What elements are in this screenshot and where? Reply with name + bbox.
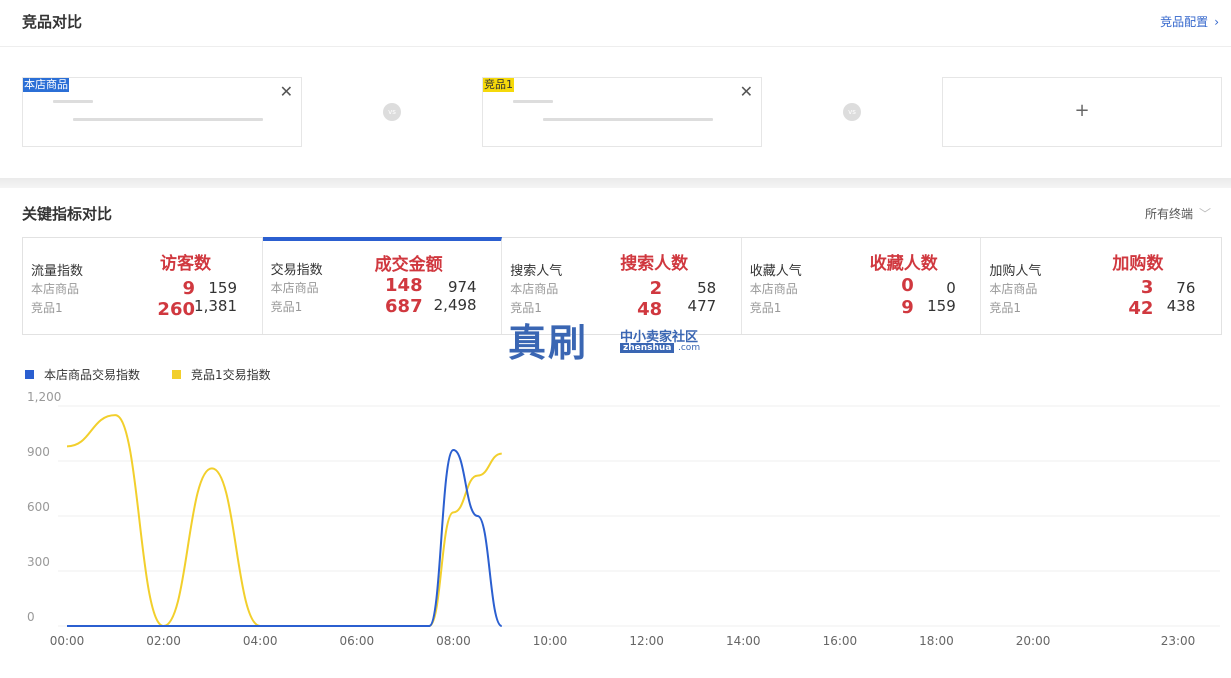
row-label-competitor: 竞品1: [31, 301, 63, 315]
own-value-small: 58: [697, 279, 717, 297]
row-label-own: 本店商品: [270, 281, 319, 295]
metric-name: 收藏人气: [749, 264, 802, 279]
metric-favorites[interactable]: 收藏人气 本店商品 竞品1 收藏人数 0 0 9 159: [742, 238, 982, 334]
terminal-select[interactable]: 所有终端 ﹀: [1145, 205, 1211, 222]
terminal-select-value: 所有终端: [1144, 207, 1193, 221]
x-tick-label: 18:00: [919, 634, 954, 648]
metric-annotation: 访客数: [160, 254, 211, 274]
blurred-title: [73, 118, 263, 121]
row-label-competitor: 竞品1: [270, 300, 303, 314]
row-label-competitor: 竞品1: [989, 301, 1022, 315]
blurred-title: [543, 118, 713, 121]
row-label-own: 本店商品: [31, 282, 80, 296]
x-tick-label: 06:00: [340, 634, 375, 648]
y-tick-label: 600: [27, 500, 50, 514]
chevron-down-icon: ﹀: [1198, 207, 1211, 221]
row-label-own: 本店商品: [989, 282, 1038, 296]
competitor-tag: 竞品1: [483, 78, 514, 92]
x-tick-label: 02:00: [146, 634, 181, 648]
metric-name: 搜索人气: [510, 264, 563, 279]
own-value-small: 159: [208, 279, 237, 297]
row-label-competitor: 竞品1: [749, 301, 782, 315]
page-title: 竞品对比: [22, 13, 83, 31]
metric-name: 加购人气: [989, 264, 1042, 279]
own-value-small: 974: [447, 278, 477, 296]
own-product-tag: 本店商品: [23, 78, 69, 92]
metric-traffic[interactable]: 流量指数 本店商品 竞品1 访客数 9 159 260 1,381: [23, 238, 263, 334]
close-icon[interactable]: ✕: [740, 84, 753, 100]
metric-annotation: 成交金额: [374, 255, 443, 275]
metric-annotation: 收藏人数: [869, 254, 938, 274]
competitor-value-small: 2,498: [433, 296, 477, 314]
x-tick-label: 16:00: [823, 634, 858, 648]
legend-swatch-competitor: [172, 370, 182, 379]
row-label-own: 本店商品: [749, 282, 798, 296]
watermark-suffix: .com: [678, 343, 701, 353]
close-icon[interactable]: ✕: [280, 84, 293, 100]
competitor-slot-1[interactable]: 竞品1 ✕: [482, 77, 762, 147]
x-tick-label: 04:00: [243, 634, 278, 648]
chevron-right-icon: ›: [1214, 15, 1219, 29]
y-tick-label: 900: [27, 445, 50, 459]
y-tick-label: 0: [27, 610, 35, 624]
competitor-value-small: 159: [927, 297, 956, 315]
x-tick-label: 12:00: [629, 634, 664, 648]
blurred-image: [53, 100, 93, 103]
competitor-value-small: 1,381: [194, 297, 237, 315]
y-tick-label: 1,200: [27, 390, 61, 404]
watermark-big-text: 真刷: [508, 320, 589, 365]
compare-row: 本店商品 ✕ vs 竞品1 ✕ vs +: [0, 47, 1231, 178]
config-label: 竞品配置: [1160, 15, 1209, 29]
x-tick-label: 08:00: [436, 634, 471, 648]
x-tick-label: 00:00: [50, 634, 85, 648]
own-value-small: 76: [1176, 279, 1196, 297]
plus-icon[interactable]: +: [943, 100, 1221, 121]
vs-icon: vs: [843, 103, 861, 121]
metric-cart[interactable]: 加购人气 本店商品 竞品1 加购数 3 76 42 438: [981, 238, 1221, 334]
x-tick-label: 10:00: [533, 634, 568, 648]
watermark-logo: 真刷 中小卖家社区 zhenshua .com: [508, 312, 728, 365]
metric-name: 交易指数: [270, 263, 323, 278]
own-value-big: 148: [385, 275, 423, 296]
own-product-slot[interactable]: 本店商品 ✕: [22, 77, 302, 147]
section-title: 关键指标对比: [22, 205, 113, 223]
trend-chart: 0 300 600 900 1,200 00:00 02:00 04:00 06:00 08:00…: [27, 390, 1220, 648]
series-line-own: [66, 448, 503, 627]
x-tick-label: 20:00: [1016, 634, 1051, 648]
legend-swatch-own: [25, 370, 34, 379]
y-tick-label: 300: [27, 555, 50, 569]
x-tick-label: 14:00: [726, 634, 761, 648]
top-header: 竞品对比 竞品配置 ›: [0, 0, 1231, 47]
watermark-domain: zhenshua: [620, 343, 675, 353]
add-competitor-slot[interactable]: +: [942, 77, 1222, 147]
own-value-big: 2: [649, 278, 663, 299]
competitor-config-link[interactable]: 竞品配置 ›: [1160, 13, 1219, 30]
metric-annotation: 搜索人数: [620, 254, 689, 274]
metric-name: 流量指数: [31, 264, 84, 279]
metric-annotation: 加购数: [1112, 254, 1164, 274]
competitor-value-small: 438: [1166, 297, 1196, 315]
x-tick-label: 23:00: [1161, 634, 1196, 648]
metric-transaction[interactable]: 交易指数 本店商品 竞品1 成交金额 148 974 687 2,498: [262, 237, 503, 334]
own-value-small: 0: [946, 279, 956, 297]
competitor-value-big: 687: [385, 296, 423, 317]
blurred-image: [513, 100, 553, 103]
row-label-own: 本店商品: [510, 282, 559, 296]
vs-icon: vs: [383, 103, 401, 121]
section-divider: [0, 178, 1231, 188]
